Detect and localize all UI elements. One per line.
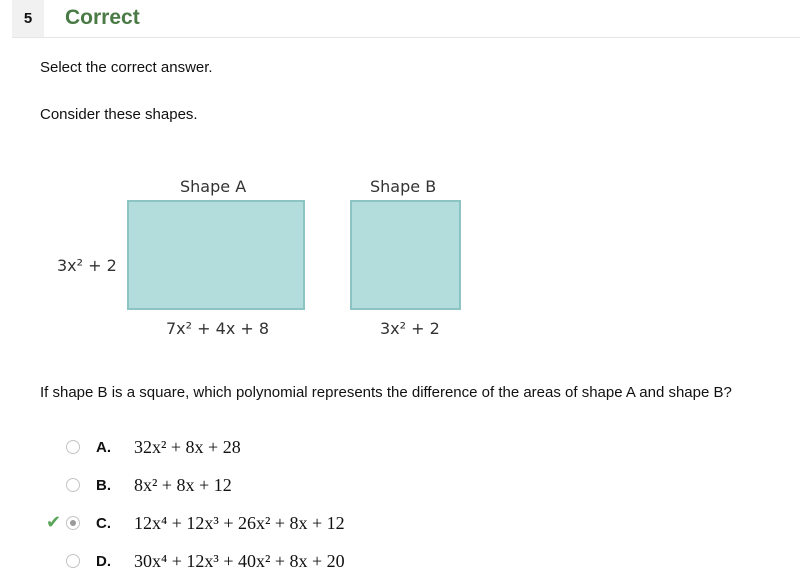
option-text: 30x⁴ + 12x³ + 40x² + 8x + 20 xyxy=(134,550,345,571)
option-letter: C. xyxy=(96,514,111,532)
shape-b xyxy=(350,200,461,310)
shape-a-side-label: 3x² + 2 xyxy=(57,256,117,275)
option-text: 8x² + 8x + 12 xyxy=(134,474,232,495)
header-divider xyxy=(12,37,800,38)
radio-button[interactable] xyxy=(66,440,80,454)
instructions: Select the correct answer. xyxy=(40,59,213,76)
shape-b-title: Shape B xyxy=(370,177,437,196)
shape-b-bottom-label: 3x² + 2 xyxy=(380,319,440,338)
radio-button[interactable] xyxy=(66,554,80,568)
question-text: If shape B is a square, which polynomial… xyxy=(40,384,732,401)
shape-a-title: Shape A xyxy=(180,177,247,196)
radio-button[interactable] xyxy=(66,478,80,492)
option-letter: D. xyxy=(96,552,111,570)
option-letter: A. xyxy=(96,438,111,456)
option-letter: B. xyxy=(96,476,111,494)
prompt: Consider these shapes. xyxy=(40,106,198,123)
option-text: 32x² + 8x + 28 xyxy=(134,436,241,457)
check-icon: ✔ xyxy=(46,512,62,532)
option-d[interactable]: D. 30x⁴ + 12x³ + 40x² + 8x + 20 xyxy=(66,548,345,574)
option-text: 12x⁴ + 12x³ + 26x² + 8x + 12 xyxy=(134,512,345,533)
option-a[interactable]: A. 32x² + 8x + 28 xyxy=(66,434,241,460)
radio-button-selected[interactable] xyxy=(66,516,80,530)
question-number: 5 xyxy=(12,0,44,37)
option-b[interactable]: B. 8x² + 8x + 12 xyxy=(66,472,232,498)
shape-a-bottom-label: 7x² + 4x + 8 xyxy=(166,319,270,338)
shape-a xyxy=(127,200,305,310)
result-status: Correct xyxy=(65,6,140,29)
option-c[interactable]: C. 12x⁴ + 12x³ + 26x² + 8x + 12 xyxy=(66,510,345,536)
